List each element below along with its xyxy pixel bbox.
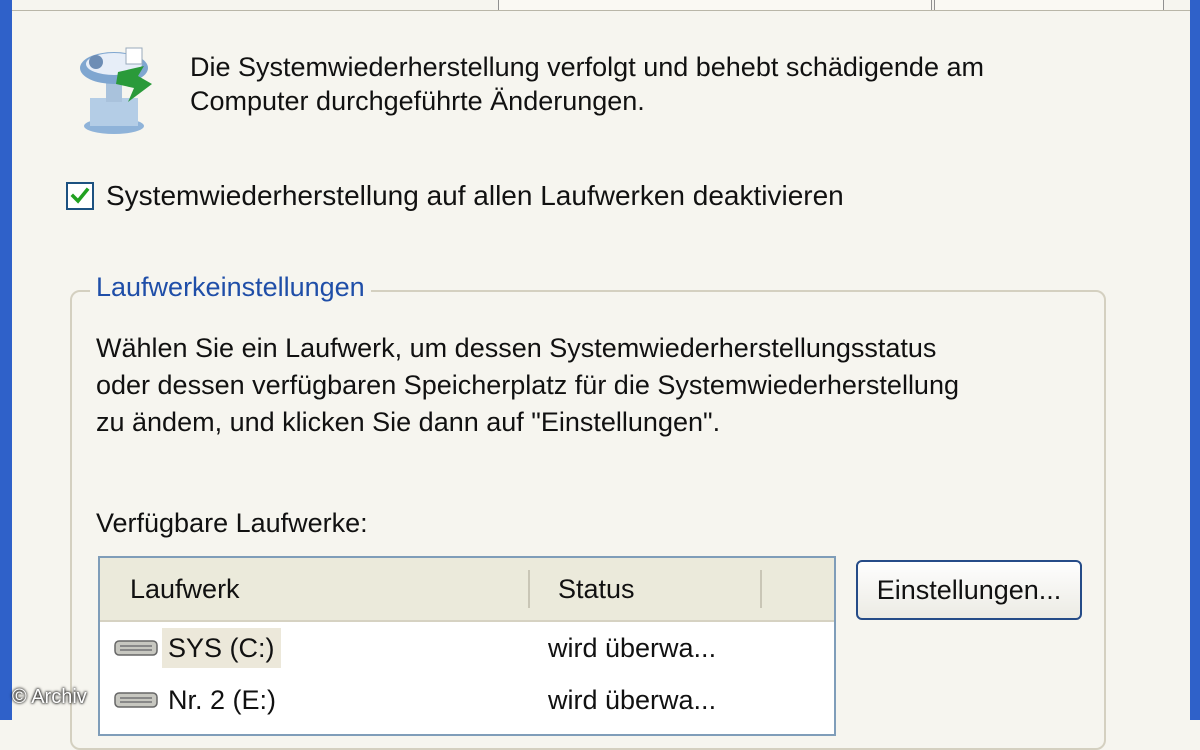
list-header: Laufwerk Status — [100, 558, 834, 622]
drive-status: wird überwa... — [548, 633, 717, 663]
tab-divider — [12, 10, 1190, 11]
drive-name[interactable]: Nr. 2 (E:) — [162, 680, 282, 720]
drive-row[interactable]: SYS (C:) wird überwa... — [100, 622, 834, 672]
settings-button[interactable]: Einstellungen... — [856, 560, 1082, 620]
disable-restore-row[interactable]: Systemwiederherstellung auf allen Laufwe… — [66, 180, 844, 212]
copyright-watermark: © Archiv — [12, 686, 87, 708]
drive-status: wird überwa... — [548, 685, 717, 715]
system-restore-icon — [80, 47, 152, 134]
column-separator[interactable] — [528, 570, 530, 608]
disable-restore-checkbox[interactable] — [66, 182, 94, 210]
group-title: Laufwerkeinstellungen — [90, 272, 371, 303]
drives-list[interactable]: Laufwerk Status SYS (C:) wird überwa... … — [98, 556, 836, 736]
hard-drive-icon — [114, 640, 158, 656]
checkmark-icon — [70, 187, 90, 204]
group-description: Wählen Sie ein Laufwerk, um dessen Syste… — [96, 330, 959, 441]
drive-row[interactable]: Nr. 2 (E:) wird überwa... — [100, 674, 834, 724]
available-drives-label: Verfügbare Laufwerke: — [96, 508, 368, 538]
disable-restore-label[interactable]: Systemwiederherstellung auf allen Laufwe… — [106, 180, 844, 212]
window-border-right — [1190, 0, 1200, 720]
column-header-drive[interactable]: Laufwerk — [130, 558, 240, 618]
group-desc-line-3: zu ändem, und klicken Sie dann auf "Eins… — [96, 407, 721, 437]
intro-line-1: Die Systemwiederherstellung verfolgt und… — [190, 52, 984, 82]
group-desc-line-2: oder dessen verfügbaren Speicherplatz fü… — [96, 370, 959, 400]
window-border-left — [0, 0, 12, 720]
column-separator[interactable] — [760, 570, 762, 608]
hard-drive-icon — [114, 692, 158, 708]
drive-name[interactable]: SYS (C:) — [162, 628, 281, 668]
intro-line-2: Computer durchgeführte Änderungen. — [190, 86, 645, 116]
group-desc-line-1: Wählen Sie ein Laufwerk, um dessen Syste… — [96, 333, 937, 363]
column-header-status[interactable]: Status — [558, 558, 635, 618]
intro-text: Die Systemwiederherstellung verfolgt und… — [190, 50, 984, 118]
